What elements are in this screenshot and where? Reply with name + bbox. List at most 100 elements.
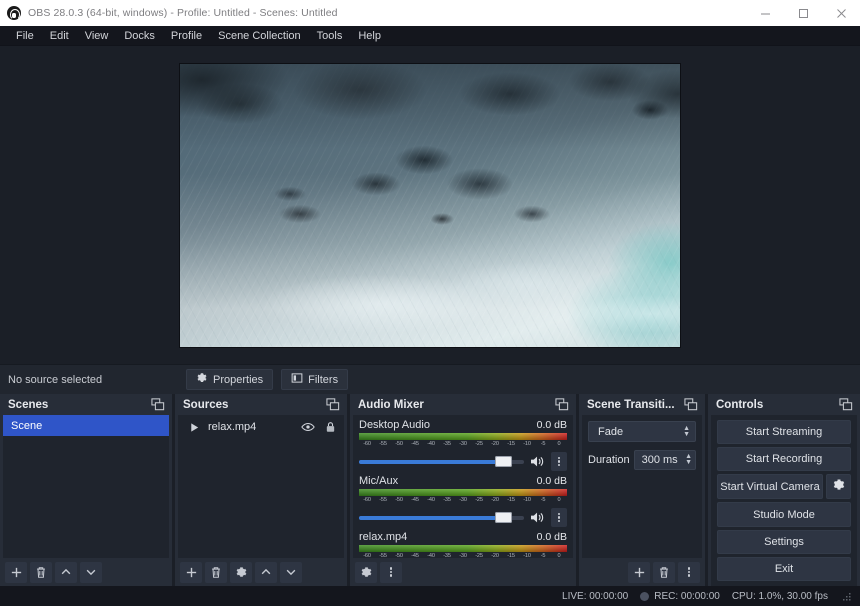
controls-dock: Controls Start Streaming Start Recording… (708, 394, 860, 586)
db-tick: -5 (540, 497, 546, 503)
menu-view[interactable]: View (77, 28, 117, 44)
source-properties-button[interactable] (230, 561, 252, 583)
sources-dock-footer (175, 558, 347, 586)
undock-icon[interactable] (838, 397, 854, 412)
undock-icon[interactable] (554, 397, 570, 412)
db-tick: 0 (557, 553, 561, 558)
sources-dock-title: Sources (183, 398, 229, 411)
properties-button[interactable]: Properties (186, 369, 274, 390)
rec-status-label: REC: 00:00:00 (654, 590, 720, 602)
close-button[interactable] (822, 0, 860, 26)
speaker-icon[interactable] (529, 509, 546, 526)
menu-docks[interactable]: Docks (116, 28, 163, 44)
volume-slider[interactable] (359, 456, 524, 468)
audio-menu-button[interactable] (380, 561, 402, 583)
db-tick: -5 (540, 553, 546, 558)
scene-list-item[interactable]: Scene (3, 415, 169, 436)
db-tick: -20 (491, 441, 499, 447)
db-tick: -25 (475, 553, 483, 558)
lock-icon[interactable] (322, 419, 338, 435)
db-tick: -35 (443, 441, 451, 447)
remove-scene-button[interactable] (30, 561, 52, 583)
vertical-dots-icon[interactable] (551, 508, 567, 527)
window-title: OBS 28.0.3 (64-bit, windows) - Profile: … (28, 7, 338, 19)
audio-channel: relax.mp4 0.0 dB -60 -55 -50 -45 -40 -35… (359, 530, 567, 558)
controls-dock-title: Controls (716, 398, 764, 411)
undock-icon[interactable] (683, 397, 699, 412)
volume-slider[interactable] (359, 512, 524, 524)
preview-canvas[interactable] (180, 63, 680, 347)
minimize-button[interactable] (746, 0, 784, 26)
scene-transitions-dock-title: Scene Transiti... (587, 398, 675, 411)
studio-mode-button[interactable]: Studio Mode (717, 502, 851, 527)
cpu-status: CPU: 1.0%, 30.00 fps (732, 591, 828, 602)
audio-mixer-dock: Audio Mixer Desktop Audio 0.0 dB -60 -55… (350, 394, 576, 586)
db-tick: -45 (411, 553, 419, 558)
volume-slider-fill (359, 515, 505, 520)
maximize-button[interactable] (784, 0, 822, 26)
menu-file[interactable]: File (8, 28, 42, 44)
scenes-dock-footer (0, 558, 172, 586)
add-source-button[interactable] (180, 561, 202, 583)
source-list-item[interactable]: relax.mp4 (178, 415, 344, 439)
menu-scene-collection[interactable]: Scene Collection (210, 28, 309, 44)
move-scene-down-button[interactable] (80, 561, 102, 583)
start-recording-button[interactable]: Start Recording (717, 447, 851, 472)
sources-list[interactable]: relax.mp4 (178, 415, 344, 558)
audio-db-scale: -60 -55 -50 -45 -40 -35 -30 -25 -20 -15 … (359, 440, 567, 449)
virtual-camera-row: Start Virtual Camera (717, 474, 851, 500)
virtual-camera-settings-button[interactable] (826, 474, 851, 500)
transition-menu-button[interactable] (678, 561, 700, 583)
rec-status: REC: 00:00:00 (640, 591, 720, 602)
audio-channel-db: 0.0 dB (536, 531, 567, 543)
controls-body: Start Streaming Start Recording Start Vi… (711, 415, 857, 586)
transition-select[interactable]: Fade ▲ ▼ (588, 421, 696, 442)
speaker-icon[interactable] (529, 453, 546, 470)
start-streaming-button[interactable]: Start Streaming (717, 420, 851, 445)
add-scene-button[interactable] (5, 561, 27, 583)
undock-icon[interactable] (325, 397, 341, 412)
vertical-dots-icon[interactable] (551, 452, 567, 471)
preview-area[interactable] (0, 46, 860, 364)
move-source-down-button[interactable] (280, 561, 302, 583)
source-selection-status: No source selected (8, 373, 103, 386)
start-virtual-camera-button[interactable]: Start Virtual Camera (717, 474, 823, 500)
transition-duration-input[interactable]: 300 ms ▲ ▼ (633, 450, 696, 470)
scenes-list[interactable]: Scene (3, 415, 169, 558)
eye-icon[interactable] (300, 419, 316, 435)
volume-slider-knob[interactable] (495, 512, 513, 523)
db-tick: -30 (459, 497, 467, 503)
menu-profile[interactable]: Profile (163, 28, 210, 44)
menu-edit[interactable]: Edit (42, 28, 77, 44)
exit-button[interactable]: Exit (717, 556, 851, 582)
spinner-arrows-icon[interactable]: ▲ ▼ (685, 453, 692, 466)
move-source-up-button[interactable] (255, 561, 277, 583)
menu-help[interactable]: Help (350, 28, 389, 44)
filters-button[interactable]: Filters (281, 369, 349, 390)
audio-db-scale: -60 -55 -50 -45 -40 -35 -30 -25 -20 -15 … (359, 496, 567, 505)
db-tick: -35 (443, 497, 451, 503)
scenes-dock-header: Scenes (0, 394, 172, 415)
db-tick: -60 (363, 441, 371, 447)
db-tick: -45 (411, 497, 419, 503)
audio-channel-name: Mic/Aux (359, 475, 399, 487)
add-transition-button[interactable] (628, 561, 650, 583)
move-scene-up-button[interactable] (55, 561, 77, 583)
remove-transition-button[interactable] (653, 561, 675, 583)
volume-slider-knob[interactable] (495, 456, 513, 467)
settings-button[interactable]: Settings (717, 529, 851, 554)
scene-transitions-dock-header: Scene Transiti... (579, 394, 705, 415)
db-tick: -50 (395, 553, 403, 558)
live-status-label: LIVE: 00:00:00 (562, 590, 629, 602)
menu-tools[interactable]: Tools (309, 28, 351, 44)
filters-button-label: Filters (308, 373, 339, 386)
volume-slider-fill (359, 459, 505, 464)
db-tick: -15 (507, 497, 515, 503)
db-tick: -50 (395, 497, 403, 503)
remove-source-button[interactable] (205, 561, 227, 583)
transition-duration-row: Duration 300 ms ▲ ▼ (588, 450, 696, 470)
audio-channel: Desktop Audio 0.0 dB -60 -55 -50 -45 -40… (359, 418, 567, 471)
resize-grip-icon[interactable] (842, 591, 852, 601)
undock-icon[interactable] (150, 397, 166, 412)
audio-settings-button[interactable] (355, 561, 377, 583)
